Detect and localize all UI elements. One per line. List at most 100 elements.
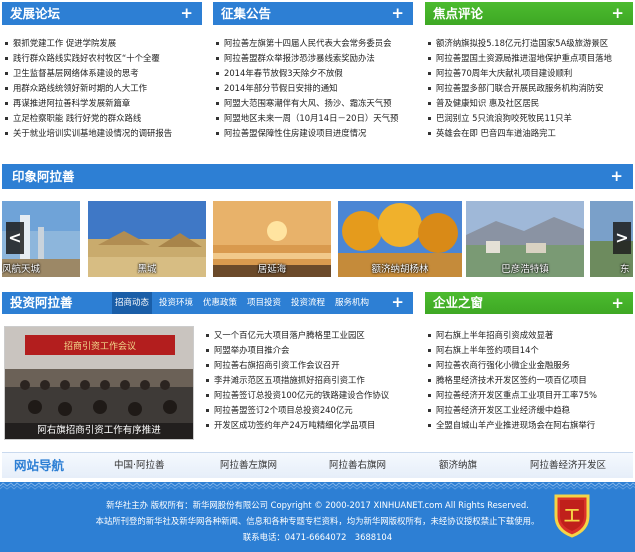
impression-title[interactable]: 印象阿拉善 <box>12 164 75 189</box>
bullet-icon <box>216 72 219 75</box>
investment-photo[interactable]: 招商引资工作会议 阿右旗招商引资工作有序推进 <box>4 326 194 440</box>
list-item[interactable]: 阿拉善盟群众举报涉恐涉暴线索奖励办法 <box>213 51 413 66</box>
forum-list: 狠抓党建工作 促进学院发展 践行群众路线实践好农村牧区“十个全覆 卫生监督基层网… <box>2 36 202 141</box>
list-item[interactable]: 践行群众路线实践好农村牧区“十个全覆 <box>2 51 202 66</box>
site-navigation-title: 网站导航 <box>14 458 65 473</box>
list-item[interactable]: 用群众路线统领好新时期的人大工作 <box>2 81 202 96</box>
bullet-icon <box>216 42 219 45</box>
bullet-icon <box>206 349 209 352</box>
impression-header: 印象阿拉善 + <box>2 164 633 189</box>
list-item[interactable]: 阿盟大范围寒潮伴有大风、扬沙、霜冻天气预 <box>213 96 413 111</box>
list-item[interactable]: 阿拉善农商行强化小微企业金融服务 <box>425 358 633 373</box>
list-item[interactable]: 阿拉善盟保障性住房建设项目进度情况 <box>213 126 413 141</box>
nav-link-china-alashan[interactable]: 中国·阿拉善 <box>114 453 165 479</box>
bullet-icon <box>428 72 431 75</box>
bullet-icon <box>216 117 219 120</box>
focus-header: 焦点评论 + <box>425 2 633 25</box>
list-item[interactable]: 狠抓党建工作 促进学院发展 <box>2 36 202 51</box>
list-item[interactable]: 开发区成功签约年产24万吨精细化学品项目 <box>203 418 411 433</box>
nav-link-ejina-banner[interactable]: 额济纳旗 <box>439 453 477 479</box>
list-item[interactable]: 阿拉善70周年大庆献礼项目建设顺利 <box>425 66 633 81</box>
list-item[interactable]: 李井滩示范区五项措施抓好招商引资工作 <box>203 373 411 388</box>
bullet-icon <box>216 57 219 60</box>
impression-more-plus-icon[interactable]: + <box>610 164 623 188</box>
list-item[interactable]: 立足检察职能 践行好党的群众路线 <box>2 111 202 126</box>
list-item[interactable]: 关于就业培训实训基地建设情况的调研报告 <box>2 126 202 141</box>
list-item[interactable]: 阿拉善盟国土资源局推进湿地保护重点项目落地 <box>425 51 633 66</box>
forum-more-plus-icon[interactable]: + <box>180 2 193 24</box>
list-item[interactable]: 卫生监督基层网络体系建设的思考 <box>2 66 202 81</box>
nav-link-alashan-left-banner[interactable]: 阿拉善左旗网 <box>220 453 277 479</box>
tab-service-agency[interactable]: 服务机构 <box>332 292 372 314</box>
bullet-icon <box>428 87 431 90</box>
list-item[interactable]: 再谋推进阿拉善科学发展新篇章 <box>2 96 202 111</box>
gallery-caption: 黑城 <box>137 264 157 275</box>
gallery-item-populus-forest[interactable]: 额济纳胡杨林 <box>338 201 462 277</box>
gallery-item-juyan-lake[interactable]: 居延海 <box>213 201 331 277</box>
tab-investment-environment[interactable]: 投资环境 <box>156 292 196 314</box>
investment-title[interactable]: 投资阿拉善 <box>10 292 73 314</box>
bullet-icon <box>428 334 431 337</box>
list-item[interactable]: 阿拉善经济开发区重点工业项目开工率75% <box>425 388 633 403</box>
bullet-icon <box>428 409 431 412</box>
footer-copyright: 新华社主办 版权所有：新华网股份有限公司 Copyright © 2000-20… <box>106 500 529 510</box>
list-item[interactable]: 阿拉善左旗第十四届人民代表大会常务委员会 <box>213 36 413 51</box>
investment-photo-caption: 阿右旗招商引资工作有序推进 <box>5 423 193 439</box>
tab-investment-process[interactable]: 投资流程 <box>288 292 328 314</box>
notice-title[interactable]: 征集公告 <box>221 6 271 21</box>
notice-header: 征集公告 + <box>213 2 413 25</box>
gallery-caption: 额济纳胡杨林 <box>371 264 429 275</box>
list-item[interactable]: 全盟自城山羊产业推进现场会在阿右旗举行 <box>425 418 633 433</box>
footer-pattern <box>0 482 635 490</box>
seal-logo-icon: 工 <box>554 494 590 538</box>
gallery-caption: 居延海 <box>257 264 287 275</box>
list-item[interactable]: 阿拉善盟多部门联合开展民政服务机构消防安 <box>425 81 633 96</box>
footer-notice: 本站所刊登的新华社及新华网各种新闻、信息和各种专题专栏资料，均为新华网版权所有，… <box>95 516 540 526</box>
list-item[interactable]: 阿拉善盟签订2个项目总投资240亿元 <box>203 403 411 418</box>
enterprise-title[interactable]: 企业之窗 <box>433 295 483 310</box>
list-item[interactable]: 额济纳旗拟投5.18亿元打造国家5A级旅游景区 <box>425 36 633 51</box>
list-item[interactable]: 阿拉善右旗招商引资工作会议召开 <box>203 358 411 373</box>
list-item[interactable]: 2014年部分节假日安排的通知 <box>213 81 413 96</box>
notice-column: 征集公告 + 阿拉善左旗第十四届人民代表大会常务委员会 阿拉善盟群众举报涉恐涉暴… <box>213 2 413 141</box>
enterprise-more-plus-icon[interactable]: + <box>611 292 624 314</box>
list-item[interactable]: 阿拉善签订总投资100亿元的铁路建设合作协议 <box>203 388 411 403</box>
nav-link-alashan-development-zone[interactable]: 阿拉善经济开发区 <box>530 453 606 479</box>
list-item[interactable]: 阿拉善经济开发区工业经济缓中趋稳 <box>425 403 633 418</box>
list-item[interactable]: 普及健康知识 惠及社区居民 <box>425 96 633 111</box>
list-item[interactable]: 阿盟地区未来一周（10月14日－20日）天气预 <box>213 111 413 126</box>
bullet-icon <box>5 42 8 45</box>
gallery-item-bayanhot[interactable]: 巴彦浩特镇 <box>466 201 584 277</box>
list-item[interactable]: 英雄会在即 巴音四车道油路完工 <box>425 126 633 141</box>
tab-project-investment[interactable]: 项目投资 <box>244 292 284 314</box>
forum-title[interactable]: 发展论坛 <box>10 6 60 21</box>
seal-text: 工 <box>564 506 580 525</box>
bullet-icon <box>428 102 431 105</box>
list-item[interactable]: 阿右旗上半年招商引资成效显著 <box>425 328 633 343</box>
enterprise-list: 阿右旗上半年招商引资成效显著 阿右旗上半年签约项目14个 阿拉善农商行强化小微企… <box>425 328 633 433</box>
gallery-prev-arrow-icon[interactable]: < <box>6 222 24 254</box>
gallery-item-black-city[interactable]: 黑城 <box>88 201 206 277</box>
list-item[interactable]: 巴润别立 5只流浪狗咬死牧民11只羊 <box>425 111 633 126</box>
focus-more-plus-icon[interactable]: + <box>611 2 624 24</box>
focus-title[interactable]: 焦点评论 <box>433 6 483 21</box>
bullet-icon <box>216 102 219 105</box>
list-item[interactable]: 腾格里经济技术开发区签约一项百亿项目 <box>425 373 633 388</box>
list-item[interactable]: 又一个百亿元大项目落户腾格里工业园区 <box>203 328 411 343</box>
notice-more-plus-icon[interactable]: + <box>391 2 404 24</box>
nav-link-alashan-right-banner[interactable]: 阿拉善右旗网 <box>329 453 386 479</box>
list-item[interactable]: 2014年春节放假3天除夕不放假 <box>213 66 413 81</box>
gallery-next-arrow-icon[interactable]: > <box>613 222 631 254</box>
bullet-icon <box>216 87 219 90</box>
gallery-caption: 风航天城 <box>2 264 40 275</box>
list-item[interactable]: 阿盟举办项目推介会 <box>203 343 411 358</box>
tab-investment-news[interactable]: 招商动态 <box>112 292 153 314</box>
gallery-caption: 巴彦浩特镇 <box>501 264 549 275</box>
bullet-icon <box>428 424 431 427</box>
bullet-icon <box>206 379 209 382</box>
tab-preferential-policy[interactable]: 优惠政策 <box>200 292 240 314</box>
focus-list: 额济纳旗拟投5.18亿元打造国家5A级旅游景区 阿拉善盟国土资源局推进湿地保护重… <box>425 36 633 141</box>
investment-more-plus-icon[interactable]: + <box>391 292 404 313</box>
list-item[interactable]: 阿右旗上半年签约项目14个 <box>425 343 633 358</box>
bullet-icon <box>428 117 431 120</box>
